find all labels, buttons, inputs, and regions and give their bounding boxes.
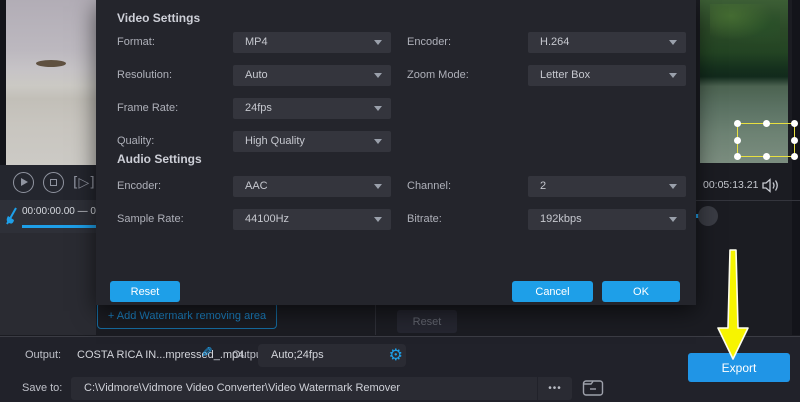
selection-handle[interactable] (763, 120, 770, 127)
reset-button[interactable]: Reset (110, 281, 180, 302)
settings-gear-icon[interactable]: ⚙ (389, 345, 403, 364)
quality-dropdown[interactable]: High Quality (233, 131, 391, 152)
stop-button[interactable] (43, 172, 64, 193)
selection-handle[interactable] (791, 120, 798, 127)
bitrate-dropdown[interactable]: 192kbps (528, 209, 686, 230)
audio-encoder-label: Encoder: (117, 180, 161, 192)
speaker-icon[interactable] (762, 178, 780, 198)
edit-filename-icon[interactable]: ✎ (201, 345, 213, 361)
selection-handle[interactable] (734, 153, 741, 160)
panel-divider (696, 200, 800, 201)
video-island-detail (36, 60, 66, 67)
slider-knob[interactable] (698, 206, 718, 226)
chevron-down-icon (374, 40, 382, 45)
play-button[interactable] (13, 172, 34, 193)
save-to-label: Save to: (22, 382, 62, 394)
encoder-field: Encoder: H.264 (407, 32, 692, 54)
output-filename: COSTA RICA IN...mpressed_.mp4 (77, 349, 244, 361)
quality-field: Quality: High Quality (117, 131, 397, 153)
resolution-field: Resolution: Auto (117, 65, 397, 87)
chevron-down-icon (669, 73, 677, 78)
audio-encoder-field: Encoder: AAC (117, 176, 397, 198)
bitrate-field: Bitrate: 192kbps (407, 209, 692, 231)
chevron-down-icon (374, 73, 382, 78)
progress-bar[interactable] (22, 225, 96, 228)
ok-button[interactable]: OK (602, 281, 680, 302)
sample-rate-field: Sample Rate: 44100Hz (117, 209, 397, 231)
jungle-detail (710, 4, 780, 44)
chevron-down-icon (374, 217, 382, 222)
frame-rate-dropdown[interactable]: 24fps (233, 98, 391, 119)
video-settings-dialog: Video Settings Format: MP4 Encoder: H.26… (96, 0, 696, 305)
output-profile-value: Auto;24fps (271, 349, 324, 361)
resolution-label: Resolution: (117, 69, 172, 81)
open-folder-button[interactable] (580, 377, 606, 400)
duration-time: 00:05:13.21 (703, 179, 758, 191)
video-preview-output (700, 0, 788, 163)
format-dropdown[interactable]: MP4 (233, 32, 391, 53)
watermark-reset-button[interactable]: Reset (397, 310, 457, 333)
chevron-down-icon (669, 217, 677, 222)
save-path-field[interactable]: C:\Vidmore\Vidmore Video Converter\Video… (71, 377, 537, 400)
resolution-dropdown[interactable]: Auto (233, 65, 391, 86)
left-panel-lower (0, 233, 96, 335)
chevron-down-icon (374, 139, 382, 144)
folder-icon (582, 378, 604, 397)
mid-divider (375, 305, 376, 335)
frame-rate-label: Frame Rate: (117, 102, 178, 114)
timeline-row: 00:00:00.00 — 00 (0, 200, 96, 233)
current-time-range: 00:00:00.00 — 00 (22, 206, 96, 217)
left-player-panel: [▷] 00:00:00.00 — 00 (0, 0, 96, 335)
sample-rate-dropdown[interactable]: 44100Hz (233, 209, 391, 230)
add-watermark-area-button[interactable]: + Add Watermark removing area (97, 302, 277, 329)
selection-handle[interactable] (763, 153, 770, 160)
zoom-mode-field: Zoom Mode: Letter Box (407, 65, 692, 87)
zoom-mode-dropdown[interactable]: Letter Box (528, 65, 686, 86)
selection-handle[interactable] (791, 137, 798, 144)
bitrate-label: Bitrate: (407, 213, 442, 225)
chevron-down-icon (374, 106, 382, 111)
format-label: Format: (117, 36, 155, 48)
cancel-button[interactable]: Cancel (512, 281, 593, 302)
audio-encoder-dropdown[interactable]: AAC (233, 176, 391, 197)
quality-label: Quality: (117, 135, 154, 147)
channel-dropdown[interactable]: 2 (528, 176, 686, 197)
frame-rate-field: Frame Rate: 24fps (117, 98, 397, 120)
zoom-mode-label: Zoom Mode: (407, 69, 469, 81)
play-icon (21, 178, 28, 186)
chevron-down-icon (374, 184, 382, 189)
sample-rate-label: Sample Rate: (117, 213, 184, 225)
chevron-down-icon (669, 40, 677, 45)
playback-controls: [▷] (0, 165, 96, 200)
watermark-selection-box[interactable] (737, 123, 795, 157)
video-settings-title: Video Settings (117, 11, 200, 25)
right-player-panel: 00:05:13.21 (696, 0, 800, 335)
bottom-bar: Output: COSTA RICA IN...mpressed_.mp4 ✎ … (0, 336, 800, 402)
output-label: Output: (25, 349, 61, 361)
video-preview-original (6, 0, 96, 165)
app-window: [▷] 00:00:00.00 — 00 (0, 0, 800, 402)
channel-field: Channel: 2 (407, 176, 692, 198)
save-path-value: C:\Vidmore\Vidmore Video Converter\Video… (84, 382, 400, 394)
frame-preview-button[interactable]: [▷] (73, 175, 95, 191)
selection-handle[interactable] (791, 153, 798, 160)
selection-handle[interactable] (734, 120, 741, 127)
format-field: Format: MP4 (117, 32, 397, 54)
stop-icon (50, 179, 57, 186)
chevron-down-icon (669, 184, 677, 189)
output-profile-field[interactable]: Auto;24fps ⚙ (258, 344, 406, 367)
selection-handle[interactable] (734, 137, 741, 144)
encoder-label: Encoder: (407, 36, 451, 48)
export-button[interactable]: Export (688, 353, 790, 382)
watermark-brush-icon (5, 206, 18, 231)
channel-label: Channel: (407, 180, 451, 192)
browse-folder-button[interactable]: ••• (538, 377, 572, 400)
audio-settings-title: Audio Settings (117, 152, 202, 166)
encoder-dropdown[interactable]: H.264 (528, 32, 686, 53)
